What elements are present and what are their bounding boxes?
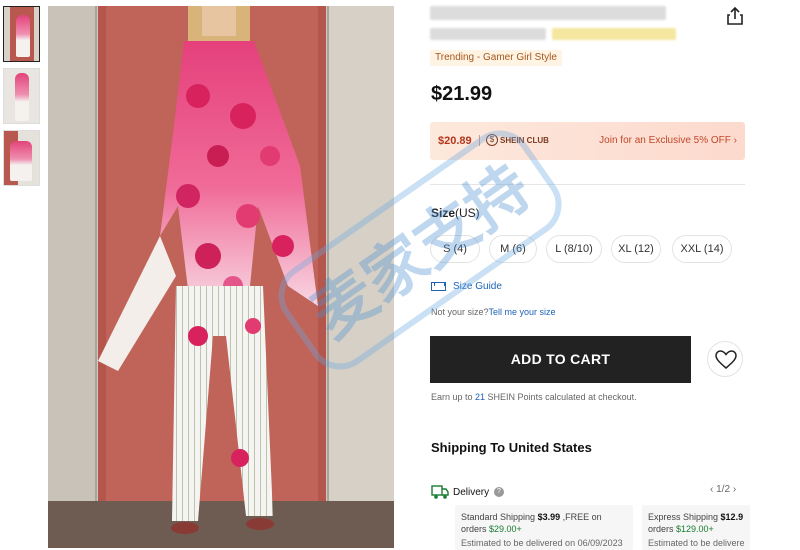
- size-title-unit: (US): [455, 206, 480, 220]
- heart-icon[interactable]: [707, 341, 743, 377]
- express-orders: orders: [648, 524, 677, 534]
- product-price: $21.99: [431, 83, 493, 105]
- express-line1: Express Shipping $12.9: [648, 511, 744, 523]
- add-to-cart-button[interactable]: ADD TO CART: [430, 336, 691, 383]
- standard-free: ,FREE on: [560, 512, 602, 522]
- thumbnail-3[interactable]: [3, 130, 40, 186]
- standard-threshold: $29.00+: [489, 524, 522, 534]
- size-guide-label: Size Guide: [453, 281, 502, 292]
- express-line2: orders $129.00+: [648, 523, 744, 535]
- express-estimate: Estimated to be delivere: [648, 538, 745, 548]
- standard-line2: orders $29.00+: [461, 523, 627, 535]
- size-title: Size(US): [431, 206, 480, 220]
- standard-name: Standard Shipping: [461, 512, 538, 522]
- shipping-pager: ‹ 1/2 ›: [710, 484, 736, 495]
- points-prefix: Earn up to: [431, 392, 476, 402]
- thumbnail-figure: [15, 73, 29, 121]
- shipping-option-express[interactable]: Express Shipping $12.9 orders $129.00+ E…: [642, 505, 750, 550]
- size-title-label: Size: [431, 206, 456, 220]
- thumbnail-1[interactable]: [3, 6, 40, 62]
- standard-line1: Standard Shipping $3.99 ,FREE on: [461, 511, 627, 523]
- trending-badge[interactable]: Trending - Gamer Girl Style: [430, 50, 562, 66]
- club-price: $20.89: [438, 135, 472, 147]
- main-product-image[interactable]: [48, 6, 394, 548]
- standard-estimate: Estimated to be delivered on 06/09/2023: [461, 538, 623, 548]
- size-options: S (4) M (6) L (8/10) XL (12) XXL (14): [430, 235, 750, 263]
- share-icon[interactable]: [726, 6, 744, 26]
- section-divider: [430, 184, 745, 185]
- size-help: Not your size?Tell me your size: [431, 307, 556, 317]
- standard-orders: orders: [461, 524, 490, 534]
- thumbnail-strip: [3, 6, 41, 192]
- express-price: $12.9: [720, 512, 744, 522]
- help-icon[interactable]: ?: [494, 487, 504, 497]
- size-option-l[interactable]: L (8/10): [546, 235, 602, 263]
- delivery-label: Delivery: [453, 487, 490, 498]
- not-your-size-text: Not your size?: [431, 307, 489, 317]
- thumbnail-2[interactable]: [3, 68, 40, 124]
- shipping-option-standard[interactable]: Standard Shipping $3.99 ,FREE on orders …: [455, 505, 633, 550]
- points-amount: 21: [475, 392, 486, 402]
- express-name: Express Shipping: [648, 512, 721, 522]
- product-title-blurred-line2: [430, 28, 546, 40]
- truck-icon: [431, 484, 449, 505]
- points-suffix: SHEIN Points calculated at checkout.: [485, 392, 637, 402]
- shipping-title: Shipping To United States: [431, 440, 592, 455]
- product-title-blurred: [430, 6, 666, 20]
- thumbnail-figure: [10, 141, 32, 181]
- size-option-s[interactable]: S (4): [430, 235, 480, 263]
- size-option-xl[interactable]: XL (12): [611, 235, 661, 263]
- club-label: SHEIN CLUB: [500, 136, 549, 145]
- pager-next-icon[interactable]: ›: [733, 484, 736, 495]
- standard-price: $3.99: [537, 512, 561, 522]
- club-divider: [479, 135, 480, 146]
- ruler-icon: [431, 282, 446, 291]
- tell-me-your-size-link[interactable]: Tell me your size: [489, 307, 556, 317]
- shein-club-banner[interactable]: $20.89 $ SHEIN CLUB Join for an Exclusiv…: [430, 122, 745, 160]
- club-join-link[interactable]: Join for an Exclusive 5% OFF ›: [599, 135, 737, 146]
- points-info: Earn up to 21 SHEIN Points calculated at…: [431, 392, 637, 402]
- thumbnail-figure: [16, 15, 30, 57]
- size-option-xxl[interactable]: XXL (14): [672, 235, 732, 263]
- size-option-m[interactable]: M (6): [489, 235, 537, 263]
- club-logo-icon: $: [486, 134, 498, 146]
- pager-count: 1/2: [716, 484, 731, 495]
- product-info-panel: Trending - Gamer Girl Style $21.99 $20.8…: [430, 0, 750, 550]
- express-threshold: $129.00+: [676, 524, 714, 534]
- pager-prev-icon[interactable]: ‹: [710, 484, 713, 495]
- product-title-highlight-blurred: [552, 28, 676, 40]
